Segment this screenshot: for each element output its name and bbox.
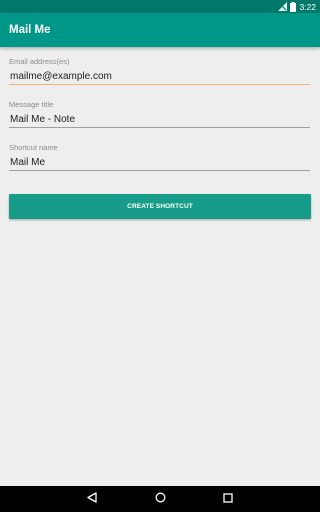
shortcut-name-label: Shortcut name	[9, 143, 58, 152]
message-title-label: Message title	[9, 100, 54, 109]
navigation-bar	[0, 486, 320, 512]
shortcut-name-field-group: Shortcut name	[9, 143, 310, 171]
shortcut-name-input[interactable]	[9, 153, 310, 171]
home-button[interactable]	[142, 486, 178, 512]
message-title-field-group: Message title	[9, 100, 310, 128]
battery-icon	[290, 1, 297, 12]
status-time: 3:22	[299, 1, 316, 12]
back-button[interactable]	[74, 486, 110, 512]
email-label: Email address(es)	[9, 57, 70, 66]
email-field-group: Email address(es)	[9, 57, 310, 85]
signal-icon	[278, 2, 288, 11]
email-input[interactable]	[9, 67, 310, 85]
create-shortcut-button[interactable]: CREATE SHORTCUT	[9, 194, 311, 219]
app-title: Mail Me	[9, 24, 51, 36]
back-icon	[87, 490, 97, 508]
home-icon	[155, 490, 166, 508]
app-bar: Mail Me	[0, 13, 320, 47]
status-bar: 3:22	[0, 0, 320, 13]
recents-icon	[223, 490, 233, 508]
recents-button[interactable]	[210, 486, 246, 512]
message-title-input[interactable]	[9, 110, 310, 128]
